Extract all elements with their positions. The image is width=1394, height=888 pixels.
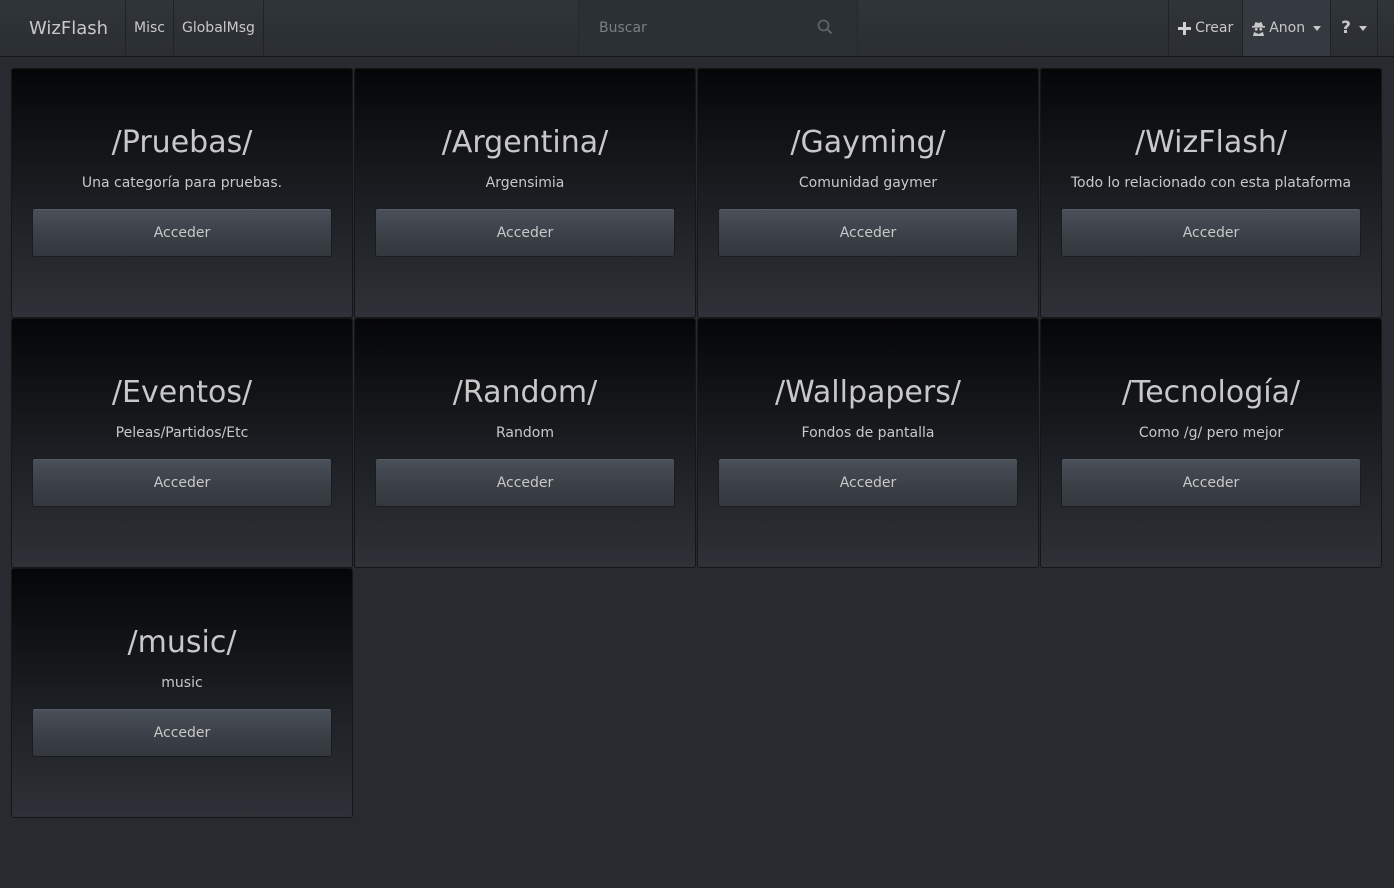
search-input[interactable] <box>579 0 857 56</box>
acceder-button[interactable]: Acceder <box>32 708 332 757</box>
category-description: Una categoría para pruebas. <box>81 175 283 191</box>
category-card: /Wallpapers/ Fondos de pantalla Acceder <box>697 318 1039 568</box>
top-navbar: WizFlash Misc GlobalMsg Crear Anon <box>0 0 1394 57</box>
acceder-button[interactable]: Acceder <box>718 208 1018 257</box>
category-title: /Wallpapers/ <box>775 375 961 410</box>
search-icon[interactable] <box>817 19 833 35</box>
acceder-button[interactable]: Acceder <box>718 458 1018 507</box>
category-description: Fondos de pantalla <box>801 425 935 441</box>
create-label: Crear <box>1195 20 1234 36</box>
acceder-button[interactable]: Acceder <box>375 208 675 257</box>
category-title: /Pruebas/ <box>111 125 253 160</box>
category-title: /music/ <box>127 625 237 660</box>
category-card: /WizFlash/ Todo lo relacionado con esta … <box>1040 68 1382 318</box>
chevron-down-icon <box>1313 25 1322 31</box>
user-menu[interactable]: Anon <box>1242 0 1331 56</box>
category-title: /Argentina/ <box>441 125 609 160</box>
category-card: /Tecnología/ Como /g/ pero mejor Acceder <box>1040 318 1382 568</box>
acceder-button[interactable]: Acceder <box>375 458 675 507</box>
category-title: /Random/ <box>452 375 598 410</box>
category-card: /music/ music Acceder <box>11 568 353 818</box>
category-card: /Random/ Random Acceder <box>354 318 696 568</box>
acceder-button[interactable]: Acceder <box>32 458 332 507</box>
category-card: /Argentina/ Argensimia Acceder <box>354 68 696 318</box>
category-title: /Tecnología/ <box>1121 375 1301 410</box>
plus-icon <box>1178 21 1192 35</box>
category-description: Peleas/Partidos/Etc <box>115 425 249 441</box>
category-card: /Gayming/ Comunidad gaymer Acceder <box>697 68 1039 318</box>
category-card: /Eventos/ Peleas/Partidos/Etc Acceder <box>11 318 353 568</box>
category-description: Todo lo relacionado con esta plataforma <box>1070 175 1352 191</box>
nav-link-misc[interactable]: Misc <box>125 0 173 56</box>
help-menu[interactable]: ? <box>1330 0 1378 56</box>
category-title: /WizFlash/ <box>1135 125 1287 160</box>
acceder-button[interactable]: Acceder <box>32 208 332 257</box>
brand-link[interactable]: WizFlash <box>0 0 125 56</box>
nav-right-group: Crear Anon ? <box>1168 0 1378 56</box>
category-description: Como /g/ pero mejor <box>1138 425 1284 441</box>
acceder-button[interactable]: Acceder <box>1061 458 1361 507</box>
category-title: /Eventos/ <box>111 375 253 410</box>
category-description: Random <box>496 425 554 441</box>
chevron-down-icon <box>1359 25 1367 31</box>
acceder-button[interactable]: Acceder <box>1061 208 1361 257</box>
user-secret-icon <box>1252 21 1266 36</box>
category-title: /Gayming/ <box>790 125 946 160</box>
category-grid: /Pruebas/ Una categoría para pruebas. Ac… <box>11 68 1382 818</box>
nav-link-globalmsg[interactable]: GlobalMsg <box>173 0 264 56</box>
search-box <box>578 0 858 56</box>
user-label: Anon <box>1269 20 1306 36</box>
question-icon: ? <box>1341 18 1351 38</box>
category-card: /Pruebas/ Una categoría para pruebas. Ac… <box>11 68 353 318</box>
category-description: Comunidad gaymer <box>798 175 938 191</box>
category-description: Argensimia <box>485 175 565 191</box>
create-button[interactable]: Crear <box>1168 0 1242 56</box>
category-description: music <box>161 675 203 691</box>
